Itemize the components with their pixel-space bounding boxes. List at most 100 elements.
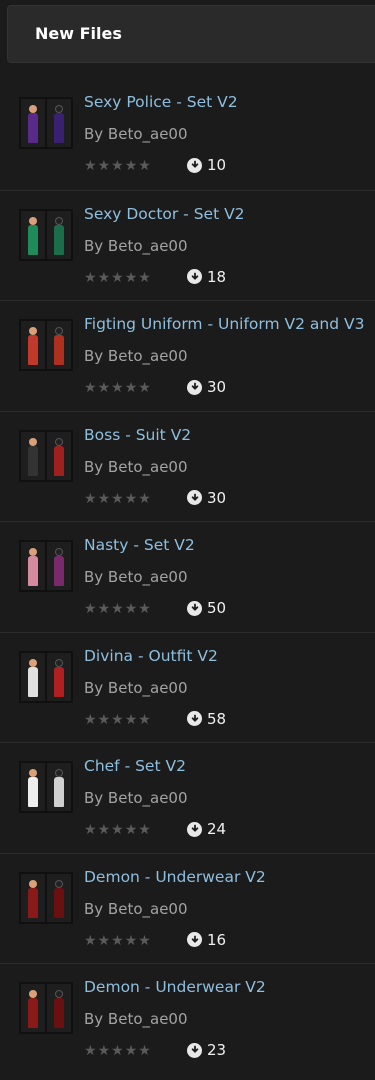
file-title-link[interactable]: Figting Uniform - Uniform V2 and V3 (84, 315, 364, 333)
file-author[interactable]: By Beto_ae00 (84, 458, 188, 476)
file-thumbnail[interactable] (19, 540, 73, 592)
thumbnail-panel-front (21, 321, 45, 369)
star-icon: ★ (138, 490, 151, 507)
thumbnail-panel-back (47, 652, 71, 701)
file-thumbnail[interactable] (19, 319, 73, 371)
thumbnail-panel-front (21, 431, 45, 480)
file-list-item[interactable]: Boss - Suit V2 By Beto_ae00 ★ ★ ★ ★ ★ 30 (0, 410, 375, 522)
file-thumbnail[interactable] (19, 208, 73, 261)
download-circle-icon (187, 600, 202, 616)
star-icon: ★ (111, 269, 124, 286)
download-count-value: 10 (207, 156, 227, 174)
thumbnail-panel-back (47, 984, 71, 1032)
download-count-value: 50 (207, 599, 227, 617)
file-author[interactable]: By Beto_ae00 (84, 1010, 188, 1028)
star-icon: ★ (124, 711, 138, 728)
rating-stars: ★ ★ ★ ★ ★ (84, 823, 151, 837)
star-icon: ★ (138, 711, 151, 728)
star-icon: ★ (124, 822, 138, 838)
star-icon: ★ (84, 380, 97, 396)
file-title-link[interactable]: Sexy Doctor - Set V2 (84, 205, 245, 223)
file-thumbnail[interactable] (19, 429, 73, 482)
file-title-link[interactable]: Chef - Set V2 (84, 757, 186, 775)
download-circle-icon (187, 711, 202, 726)
star-icon: ★ (84, 1043, 97, 1059)
file-author[interactable]: By Beto_ae00 (84, 237, 188, 255)
file-title-link[interactable]: Sexy Police - Set V2 (84, 93, 238, 111)
rating-stars: ★ ★ ★ ★ ★ (84, 602, 151, 616)
download-circle-icon (187, 269, 202, 284)
star-icon: ★ (97, 380, 111, 396)
file-list-item[interactable]: Nasty - Set V2 By Beto_ae00 ★ ★ ★ ★ ★ 50 (0, 521, 375, 632)
rating-stars: ★ ★ ★ ★ ★ (84, 713, 151, 727)
thumbnail-panel-front (21, 763, 45, 811)
star-icon: ★ (138, 1043, 151, 1059)
download-count: 50 (187, 599, 226, 617)
file-thumbnail[interactable] (19, 982, 73, 1034)
download-count: 23 (187, 1041, 226, 1059)
star-icon: ★ (124, 158, 138, 174)
rating-stars: ★ ★ ★ ★ ★ (84, 934, 151, 948)
file-thumbnail[interactable] (19, 761, 73, 813)
file-title-link[interactable]: Nasty - Set V2 (84, 536, 195, 554)
star-icon: ★ (124, 380, 138, 396)
download-count: 18 (187, 268, 226, 286)
star-icon: ★ (124, 601, 138, 617)
file-title-link[interactable]: Demon - Underwear V2 (84, 868, 266, 886)
file-list-item[interactable]: Demon - Underwear V2 By Beto_ae00 ★ ★ ★ ★ ★ … (0, 963, 375, 1074)
star-icon: ★ (138, 822, 151, 838)
rating-stars: ★ ★ ★ ★ ★ (84, 1044, 151, 1058)
star-icon: ★ (111, 158, 124, 174)
download-count-value: 16 (207, 930, 227, 949)
file-list-item[interactable]: Chef - Set V2 By Beto_ae00 ★ ★ ★ ★ ★ 24 (0, 742, 375, 853)
download-count: 30 (187, 378, 226, 396)
thumbnail-panel-back (47, 321, 71, 369)
file-list-item[interactable]: Sexy Police - Set V2 By Beto_ae00 ★ ★ ★ ★ ★ … (0, 79, 375, 190)
file-list-item[interactable]: Sexy Doctor - Set V2 By Beto_ae00 ★ ★ ★ ★ ★ … (0, 189, 375, 301)
file-thumbnail[interactable] (19, 650, 73, 703)
rating-stars: ★ ★ ★ ★ ★ (84, 159, 151, 173)
download-count-value: 58 (207, 709, 227, 728)
file-author[interactable]: By Beto_ae00 (84, 679, 188, 697)
download-count-value: 30 (207, 488, 227, 507)
file-title-link[interactable]: Boss - Suit V2 (84, 426, 191, 444)
star-icon: ★ (84, 822, 97, 838)
download-count-value: 18 (207, 267, 227, 286)
thumbnail-panel-front (21, 652, 45, 701)
file-list-item[interactable]: Divina - Outfit V2 By Beto_ae00 ★ ★ ★ ★ ★ 58 (0, 631, 375, 743)
thumbnail-panel-front (21, 984, 45, 1032)
rating-stars: ★ ★ ★ ★ ★ (84, 381, 151, 395)
file-list-item[interactable]: Demon - Underwear V2 By Beto_ae00 ★ ★ ★ ★ ★ … (0, 852, 375, 964)
rating-stars: ★ ★ ★ ★ ★ (84, 271, 151, 285)
file-title-link[interactable]: Divina - Outfit V2 (84, 647, 218, 665)
file-list-item[interactable]: Figting Uniform - Uniform V2 and V3 By B… (0, 300, 375, 411)
file-thumbnail[interactable] (19, 97, 73, 149)
file-author[interactable]: By Beto_ae00 (84, 789, 188, 807)
star-icon: ★ (111, 1043, 124, 1059)
star-icon: ★ (97, 490, 111, 507)
file-author[interactable]: By Beto_ae00 (84, 568, 188, 586)
star-icon: ★ (138, 158, 151, 174)
star-icon: ★ (124, 269, 138, 286)
thumbnail-panel-front (21, 873, 45, 922)
thumbnail-panel-back (47, 542, 71, 590)
download-circle-icon (187, 490, 202, 505)
star-icon: ★ (111, 601, 124, 617)
download-count-value: 23 (207, 1041, 227, 1059)
thumbnail-panel-back (47, 763, 71, 811)
download-circle-icon (187, 821, 202, 837)
file-thumbnail[interactable] (19, 871, 73, 924)
star-icon: ★ (124, 490, 138, 507)
file-author[interactable]: By Beto_ae00 (84, 900, 188, 918)
download-count: 24 (187, 820, 226, 838)
star-icon: ★ (97, 1043, 111, 1059)
download-count: 30 (187, 489, 226, 507)
file-author[interactable]: By Beto_ae00 (84, 347, 188, 365)
file-title-link[interactable]: Demon - Underwear V2 (84, 978, 266, 996)
star-icon: ★ (97, 269, 111, 286)
thumbnail-panel-back (47, 99, 71, 147)
file-author[interactable]: By Beto_ae00 (84, 125, 188, 143)
star-icon: ★ (138, 269, 151, 286)
file-list: Sexy Police - Set V2 By Beto_ae00 ★ ★ ★ ★ ★ … (0, 79, 375, 1074)
star-icon: ★ (138, 932, 151, 949)
